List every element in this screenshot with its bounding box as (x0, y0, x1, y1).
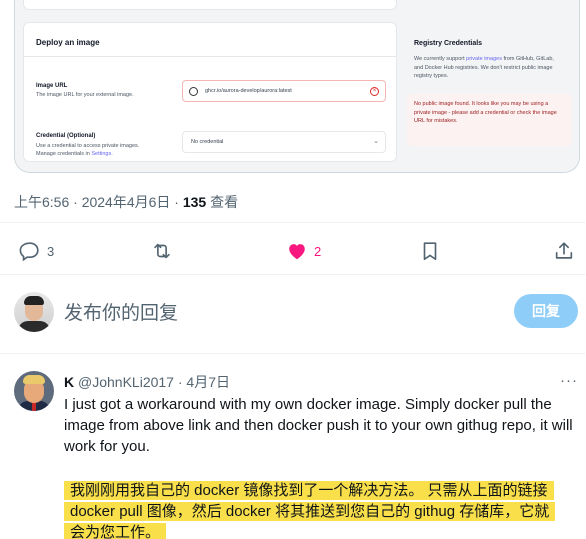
registry-text: We currently support private images from… (414, 55, 564, 81)
reply-action[interactable]: 3 (19, 239, 54, 263)
author-name[interactable]: K (64, 374, 74, 390)
divider (0, 222, 586, 223)
image-url-label: Image URL (36, 83, 68, 89)
reply-input[interactable]: 发布你的回复 (64, 298, 178, 325)
credential-label: Credential (Optional) (36, 133, 96, 139)
credential-help-line-2: Manage credentials in Settings. (36, 150, 139, 158)
github-icon (189, 87, 198, 96)
divider (0, 353, 586, 354)
avatar[interactable] (14, 292, 54, 332)
private-images-link[interactable]: private images (466, 56, 502, 62)
views-count: 135 (182, 194, 207, 210)
tweet-text: I just got a workaround with my own dock… (64, 396, 573, 455)
error-icon: × (370, 87, 379, 96)
tweet-meta: 上午6:56 · 2024年4月6日 · 135 查看 (14, 192, 238, 212)
bookmark-icon (423, 242, 437, 261)
previous-panel-edge (23, 0, 397, 10)
credential-help: Use a credential to access private image… (36, 142, 139, 158)
registry-title: Registry Credentials (414, 40, 483, 47)
divider (0, 274, 586, 275)
like-action[interactable]: 2 (286, 239, 321, 263)
reply-count: 3 (47, 243, 55, 259)
like-count: 2 (314, 243, 322, 259)
image-url-value: ghcr.io/aurora-develop/aurora:latest (205, 88, 292, 94)
translation-text: 我刚刚用我自己的 docker 镜像找到了一个解决方法。 只需从上面的链接 do… (64, 480, 564, 539)
avatar-hair (24, 296, 44, 305)
more-icon[interactable]: ··· (560, 372, 578, 389)
repost-icon (154, 243, 170, 259)
reply-button[interactable]: 回复 (514, 294, 578, 328)
share-action[interactable] (553, 239, 575, 263)
avatar[interactable] (14, 371, 54, 411)
credential-select[interactable]: No credential ⌄ (182, 131, 386, 153)
divider (24, 56, 396, 57)
author-handle-date[interactable]: @JohnKLi2017 · 4月7日 (74, 374, 230, 390)
avatar-hair (23, 375, 45, 384)
registry-warning: No public image found. It looks like you… (407, 94, 572, 146)
embedded-screenshot[interactable]: Deploy an image Image URL The image URL … (14, 0, 580, 173)
credential-value: No credential (191, 139, 224, 145)
tweet-time[interactable]: 上午6:56 · 2024年4月6日 · (14, 194, 183, 210)
highlighted-translation: 我刚刚用我自己的 docker 镜像找到了一个解决方法。 只需从上面的链接 do… (64, 481, 556, 539)
deploy-title: Deploy an image (36, 38, 100, 47)
avatar-tie (32, 402, 36, 411)
warning-text: No public image found. It looks like you… (414, 101, 557, 124)
reply-icon (19, 242, 39, 262)
chevron-down-icon: ⌄ (373, 138, 379, 145)
share-icon (555, 242, 573, 259)
author-line: K @JohnKLi2017 · 4月7日 (64, 372, 230, 392)
credential-help-line-1: Use a credential to access private image… (36, 143, 140, 149)
views-label: 查看 (206, 194, 239, 210)
repost-action[interactable] (151, 239, 173, 263)
image-url-help: The image URL for your external image. (36, 92, 134, 98)
settings-link[interactable]: Settings. (91, 151, 112, 157)
bookmark-action[interactable] (419, 239, 441, 263)
heart-icon (289, 244, 305, 260)
avatar-shirt (18, 321, 50, 332)
registry-text-1: We currently support (414, 56, 467, 62)
credential-help-text: Manage credentials in (36, 151, 92, 157)
image-url-input[interactable]: ghcr.io/aurora-develop/aurora:latest × (182, 80, 386, 102)
deploy-panel: Deploy an image Image URL The image URL … (23, 22, 397, 162)
